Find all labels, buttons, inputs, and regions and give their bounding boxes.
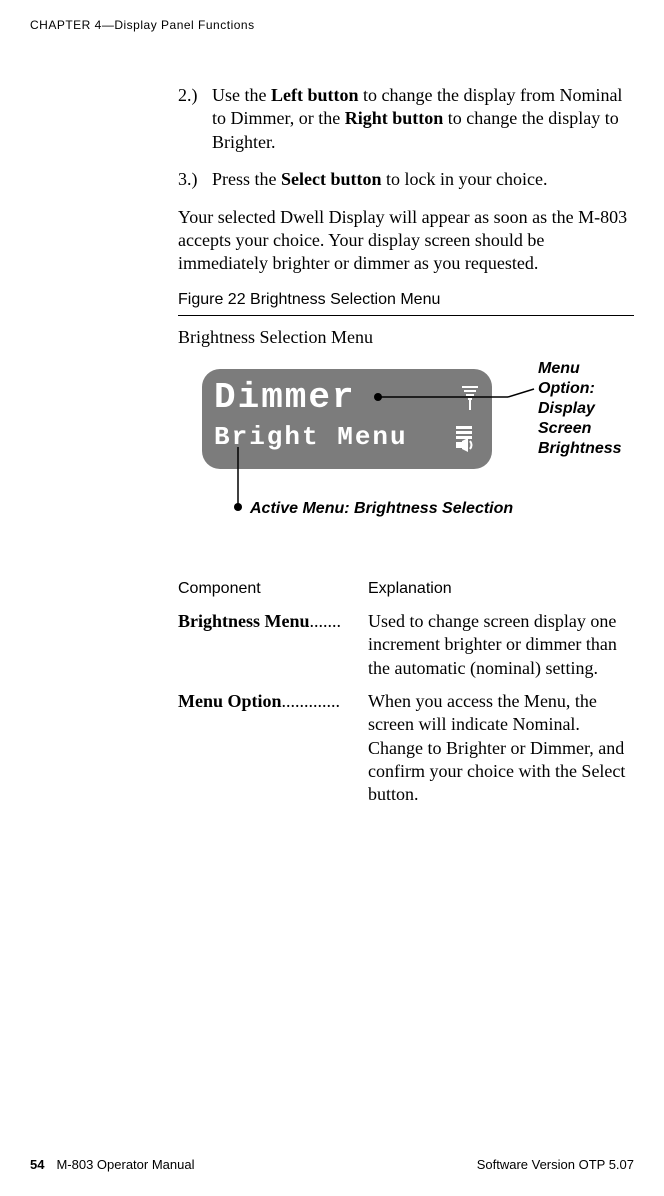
- component-table: Component Explanation Brightness Menu...…: [178, 579, 634, 807]
- text-fragment: to lock in your choice.: [382, 169, 548, 189]
- term-menu-option: Menu Option.............: [178, 690, 368, 807]
- annotation-active-menu: Active Menu: Brightness Selection: [250, 499, 513, 520]
- annot-line: Display: [538, 399, 658, 419]
- select-button-label: Select button: [281, 169, 382, 189]
- leader-dots: .............: [282, 691, 341, 711]
- step-number: 3.): [178, 168, 212, 191]
- annot-line: Screen: [538, 419, 658, 439]
- right-button-label: Right button: [345, 108, 444, 128]
- figure-caption: Figure 22 Brightness Selection Menu: [178, 290, 634, 311]
- annot-line: Option:: [538, 379, 658, 399]
- step-2: 2.) Use the Left button to change the di…: [178, 84, 634, 154]
- step-text: Press the Select button to lock in your …: [212, 168, 547, 191]
- text-fragment: Press the: [212, 169, 281, 189]
- page: CHAPTER 4—Display Panel Functions 2.) Us…: [0, 0, 664, 1196]
- software-version: Software Version OTP 5.07: [477, 1157, 634, 1172]
- table-header: Component Explanation: [178, 579, 634, 600]
- result-paragraph: Your selected Dwell Display will appear …: [178, 206, 634, 276]
- main-content: 2.) Use the Left button to change the di…: [178, 84, 634, 807]
- lcd-row-1: Dimmer: [214, 378, 480, 418]
- step-3: 3.) Press the Select button to lock in y…: [178, 168, 634, 191]
- annotation-menu-option: Menu Option: Display Screen Brightness: [538, 359, 658, 459]
- figure-label: Brightness Selection Menu: [178, 326, 634, 349]
- lcd-row-2: Bright Menu: [214, 418, 480, 458]
- explain-menu-option: When you access the Menu, the screen wil…: [368, 690, 634, 807]
- manual-name: M-803 Operator Manual: [56, 1157, 194, 1172]
- speaker-icon: [456, 424, 480, 452]
- lcd-text-bright-menu: Bright Menu: [214, 421, 408, 455]
- lcd-text-dimmer: Dimmer: [214, 375, 356, 422]
- annot-line: Brightness: [538, 439, 658, 459]
- term-text: Menu Option: [178, 691, 282, 711]
- table-row: Menu Option............. When you access…: [178, 690, 634, 807]
- col-header-component: Component: [178, 579, 368, 600]
- page-number: 54: [30, 1157, 44, 1172]
- leader-dots: .......: [310, 611, 342, 631]
- signal-icon: [460, 384, 480, 412]
- lcd-screen: Dimmer Bright Menu: [202, 369, 492, 469]
- step-number: 2.): [178, 84, 212, 154]
- left-button-label: Left button: [271, 85, 359, 105]
- figure-diagram: Dimmer Bright Menu: [178, 359, 634, 559]
- col-header-explanation: Explanation: [368, 579, 452, 600]
- annot-line: Menu: [538, 359, 658, 379]
- page-footer: 54 M-803 Operator Manual Software Versio…: [30, 1157, 634, 1172]
- chapter-header: CHAPTER 4—Display Panel Functions: [30, 18, 634, 32]
- table-row: Brightness Menu....... Used to change sc…: [178, 610, 634, 680]
- text-fragment: Use the: [212, 85, 271, 105]
- term-brightness-menu: Brightness Menu.......: [178, 610, 368, 680]
- term-text: Brightness Menu: [178, 611, 310, 631]
- explain-brightness-menu: Used to change screen display one increm…: [368, 610, 634, 680]
- step-text: Use the Left button to change the displa…: [212, 84, 634, 154]
- figure-rule: [178, 315, 634, 316]
